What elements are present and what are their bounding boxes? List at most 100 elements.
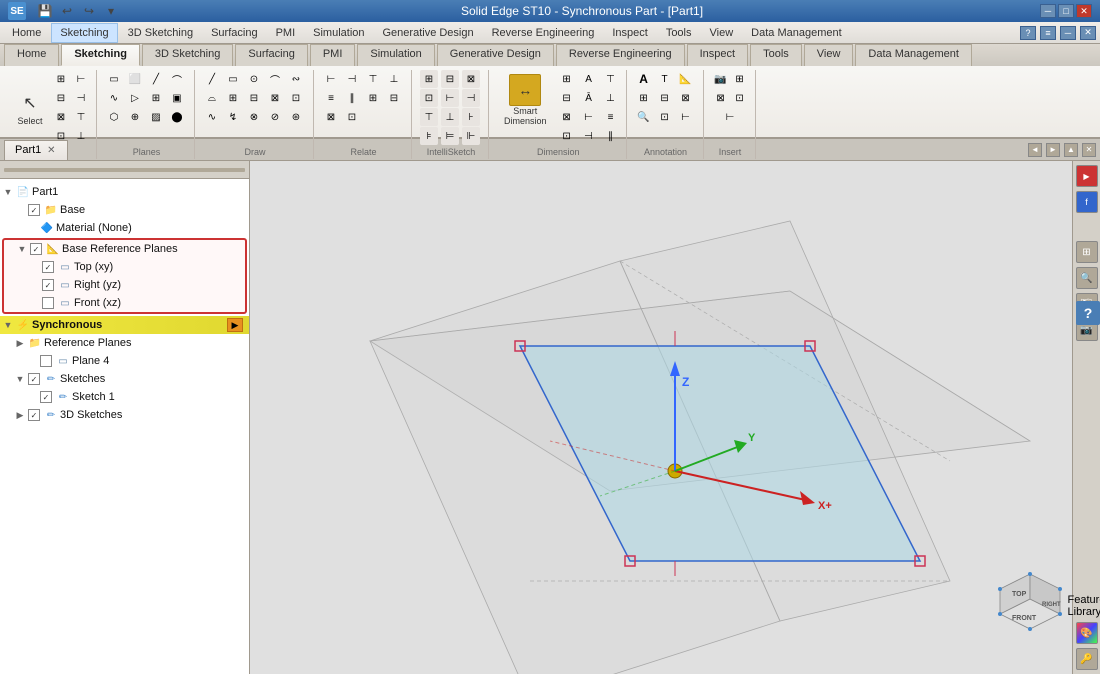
dim-btn-12[interactable]: ∥ (602, 127, 620, 145)
draw-btn-11[interactable]: ∿ (203, 108, 221, 126)
dim-btn-1[interactable]: ⊞ (558, 70, 576, 88)
sketches-expander[interactable]: ▼ (14, 373, 26, 385)
relate-btn-7[interactable]: ⊞ (364, 89, 382, 107)
draw-btn-15[interactable]: ⊛ (287, 108, 305, 126)
ins-btn-5[interactable]: ⊢ (721, 108, 739, 126)
relate-btn-9[interactable]: ⊠ (322, 108, 340, 126)
plane-btn-8[interactable]: ▣ (168, 89, 186, 107)
ann-search-btn[interactable]: 🔍 (635, 108, 653, 126)
tab-inspect[interactable]: Inspect (687, 44, 748, 66)
front-xz-checkbox[interactable] (42, 297, 54, 309)
tab-home[interactable]: Home (4, 44, 59, 66)
dim-btn-3[interactable]: ⊠ (558, 108, 576, 126)
ann-btn-5[interactable]: ⊟ (656, 89, 674, 107)
draw-btn-10[interactable]: ⊡ (287, 89, 305, 107)
tree-item-front-xz[interactable]: ▭ Front (xz) (28, 294, 245, 312)
doc-tab-part1[interactable]: Part1 ✕ (4, 140, 68, 160)
is-btn-1[interactable]: ⊞ (420, 70, 438, 88)
dim-btn-10[interactable]: ⊥ (602, 89, 620, 107)
base-checkbox[interactable] (28, 204, 40, 216)
tab-reverse-engineering[interactable]: Reverse Engineering (556, 44, 685, 66)
relate-btn-8[interactable]: ⊟ (385, 89, 403, 107)
close-btn[interactable]: ✕ (1076, 4, 1092, 18)
float-btn[interactable]: ≡ (1040, 26, 1056, 40)
right-btn-color[interactable]: 🎨 (1076, 622, 1098, 644)
quick-access-more-btn[interactable]: ▾ (102, 2, 120, 20)
tree-item-sketches[interactable]: ▼ ✏ Sketches (12, 370, 249, 388)
draw-btn-4[interactable]: ⌒ (266, 70, 284, 88)
relate-btn-6[interactable]: ∥ (343, 89, 361, 107)
ins-btn-3[interactable]: ⊠ (712, 89, 730, 107)
plane-btn-9[interactable]: ⬡ (105, 108, 123, 126)
plane-btn-3[interactable]: ╱ (147, 70, 165, 88)
draw-btn-7[interactable]: ⊞ (224, 89, 242, 107)
ann-btn-2[interactable]: T (656, 70, 674, 88)
base-ref-planes-expander[interactable]: ▼ (16, 243, 28, 255)
minimize-btn[interactable]: ─ (1040, 4, 1056, 18)
menu-view[interactable]: View (702, 23, 742, 43)
dim-btn-6[interactable]: Ā (580, 89, 598, 107)
sketch1-checkbox[interactable] (40, 391, 52, 403)
is-btn-11[interactable]: ⊨ (441, 127, 459, 145)
tree-item-ref-planes[interactable]: ▶ 📁 Reference Planes (12, 334, 249, 352)
tab-simulation[interactable]: Simulation (357, 44, 434, 66)
is-btn-5[interactable]: ⊢ (441, 89, 459, 107)
menu-surfacing[interactable]: Surfacing (203, 23, 265, 43)
tree-item-base[interactable]: 📁 Base (12, 201, 249, 219)
menu-pmi[interactable]: PMI (268, 23, 304, 43)
plane-btn-10[interactable]: ⊕ (126, 108, 144, 126)
plane-btn-1[interactable]: ▭ (105, 70, 123, 88)
draw-btn-8[interactable]: ⊟ (245, 89, 263, 107)
dim-btn-5[interactable]: A (580, 70, 598, 88)
ref-planes-expander[interactable]: ▶ (14, 337, 26, 349)
right-btn-1[interactable]: ⊞ (1076, 241, 1098, 263)
save-quick-btn[interactable]: 💾 (36, 2, 54, 20)
plane-btn-6[interactable]: ▷ (126, 89, 144, 107)
right-btn-key[interactable]: 🔑 (1076, 648, 1098, 670)
ann-btn-1[interactable]: A (635, 70, 653, 88)
facebook-btn[interactable]: f (1076, 191, 1098, 213)
tab-view[interactable]: View (804, 44, 854, 66)
ins-btn-4[interactable]: ⊡ (731, 89, 749, 107)
relate-btn-2[interactable]: ⊣ (343, 70, 361, 88)
tree-item-synchronous[interactable]: ▼ ⚡ Synchronous ▶ (0, 316, 249, 334)
is-btn-8[interactable]: ⊥ (441, 108, 459, 126)
close-doc-btn[interactable]: ✕ (1080, 26, 1096, 40)
3d-sketches-checkbox[interactable] (28, 409, 40, 421)
ins-btn-1[interactable]: 📷 (712, 70, 730, 88)
dim-btn-9[interactable]: ⊤ (602, 70, 620, 88)
base-ref-planes-checkbox[interactable] (30, 243, 42, 255)
select-row2-btn4[interactable]: ⊥ (72, 127, 90, 145)
is-btn-9[interactable]: ⊦ (462, 108, 480, 126)
tab-sketching[interactable]: Sketching (61, 44, 140, 66)
tree-item-material[interactable]: 🔷 Material (None) (24, 219, 249, 237)
relate-btn-4[interactable]: ⊥ (385, 70, 403, 88)
viewport[interactable]: Z X+ Y TOP RIGHT (250, 161, 1100, 674)
draw-btn-3[interactable]: ⊙ (245, 70, 263, 88)
draw-btn-12[interactable]: ↯ (224, 108, 242, 126)
is-btn-6[interactable]: ⊣ (462, 89, 480, 107)
ann-btn-4[interactable]: ⊞ (635, 89, 653, 107)
select-row2-btn3[interactable]: ⊤ (72, 108, 90, 126)
help-btn[interactable]: ? (1076, 301, 1100, 325)
youtube-btn[interactable]: ▶ (1076, 165, 1098, 187)
draw-btn-5[interactable]: ∾ (287, 70, 305, 88)
3d-sketches-expander[interactable]: ▶ (14, 409, 26, 421)
draw-btn-2[interactable]: ▭ (224, 70, 242, 88)
draw-btn-6[interactable]: ⌓ (203, 89, 221, 107)
dim-btn-2[interactable]: ⊟ (558, 89, 576, 107)
tree-scroll-handle[interactable] (4, 168, 245, 172)
top-xy-checkbox[interactable] (42, 261, 54, 273)
draw-btn-13[interactable]: ⊗ (245, 108, 263, 126)
tab-3d-sketching[interactable]: 3D Sketching (142, 44, 233, 66)
select-row1-btn1[interactable]: ⊞ (52, 70, 70, 88)
draw-btn-14[interactable]: ⊘ (266, 108, 284, 126)
select-row2-btn1[interactable]: ⊢ (72, 70, 90, 88)
plane-btn-2[interactable]: ⬜ (126, 70, 144, 88)
menu-simulation[interactable]: Simulation (305, 23, 372, 43)
dim-btn-11[interactable]: ≡ (602, 108, 620, 126)
plane-btn-7[interactable]: ⊞ (147, 89, 165, 107)
is-btn-12[interactable]: ⊩ (462, 127, 480, 145)
tree-item-plane4[interactable]: ▭ Plane 4 (24, 352, 249, 370)
nav-cube[interactable]: TOP RIGHT FRONT (990, 564, 1070, 644)
